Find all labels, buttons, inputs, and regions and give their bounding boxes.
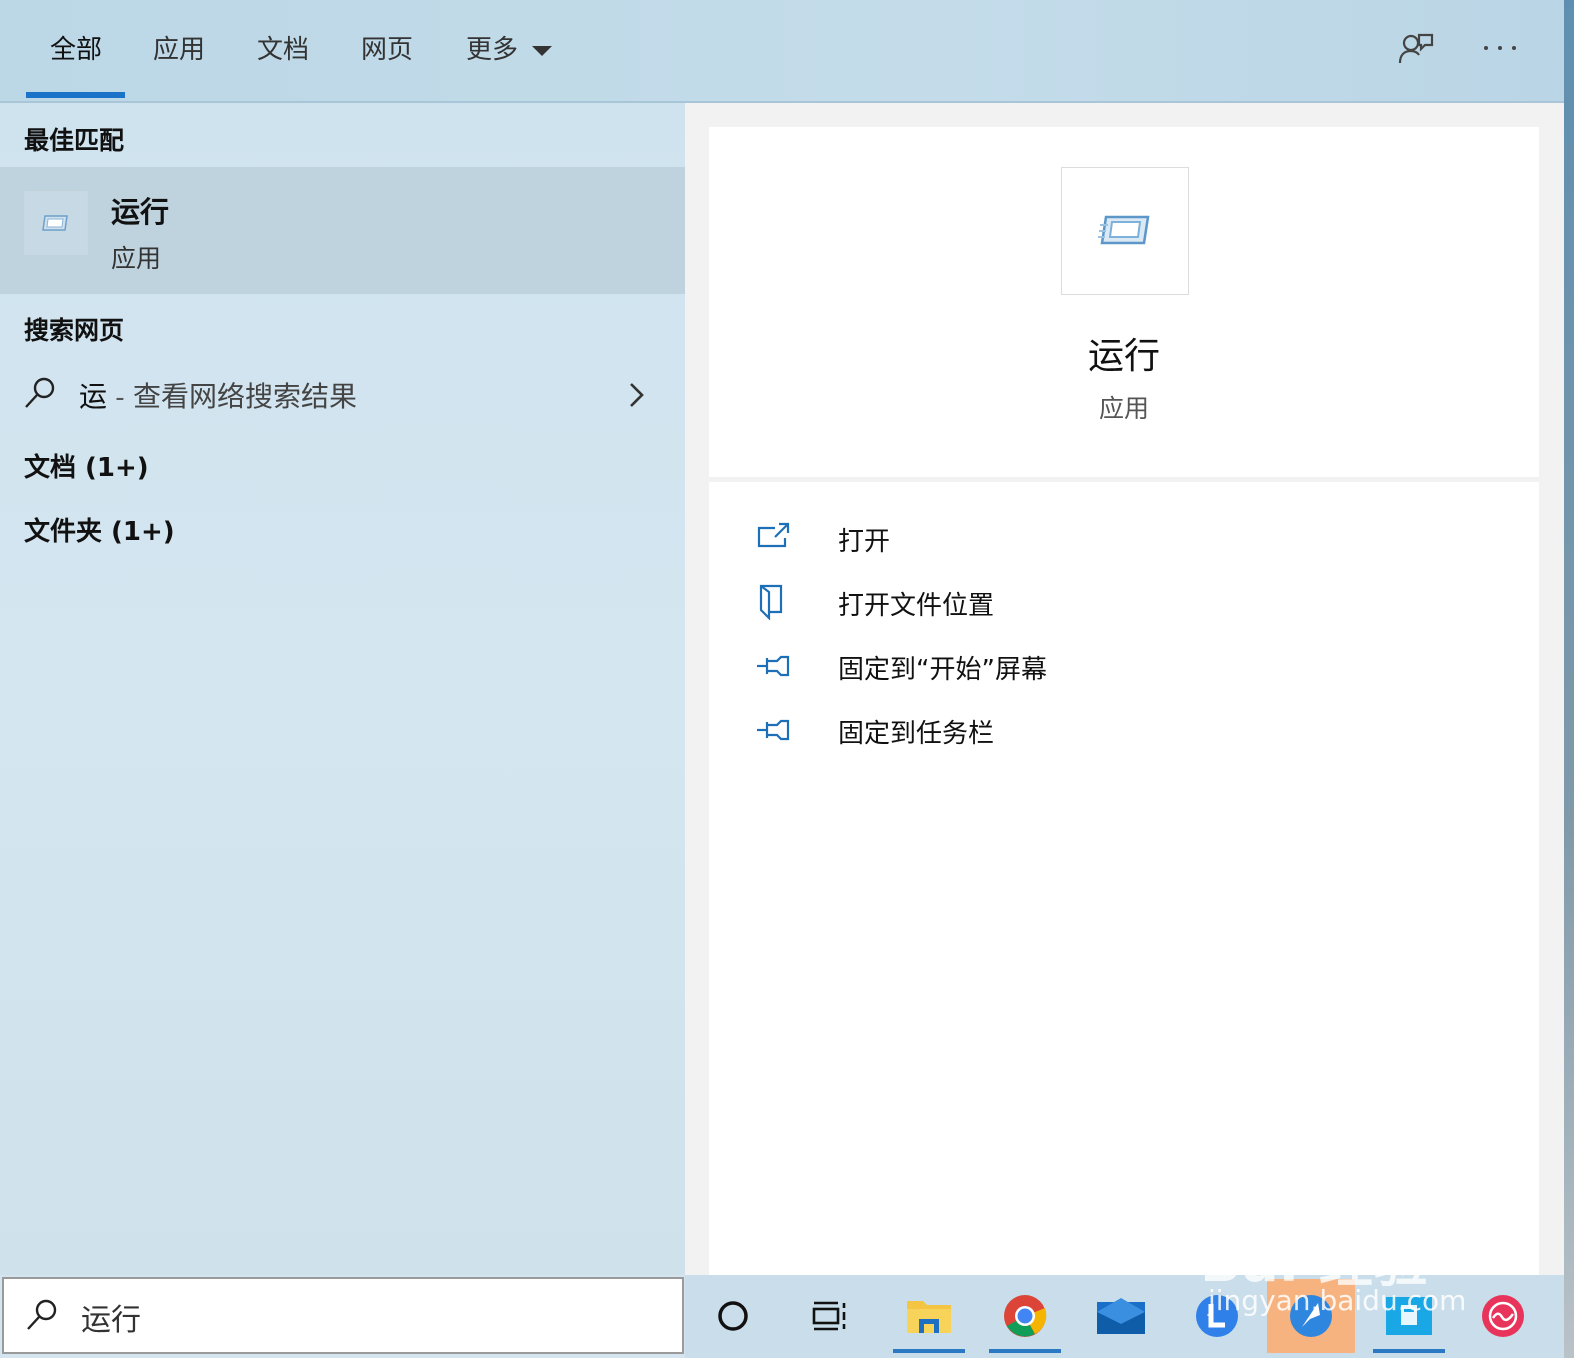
more-options-icon[interactable]	[1480, 28, 1520, 68]
run-app-large-icon	[1061, 167, 1189, 295]
web-search-suffix: 查看网络搜索结果	[132, 380, 357, 413]
search-window: 全部 应用 文档 网页 更多 最佳匹配 运行 应用 搜索网页 运 - 查看网络搜…	[0, 0, 1574, 1358]
web-search-query: 运 - 查看网络搜索结果	[79, 375, 357, 415]
pin-icon	[757, 719, 790, 741]
detail-app-name: 运行	[1087, 336, 1160, 377]
action-open-file-location[interactable]: 打开文件位置	[755, 580, 1495, 626]
results-pane: 最佳匹配 运行 应用 搜索网页 运 - 查看网络搜索结果 文档 (1+) 文件夹…	[0, 103, 685, 1275]
running-indicator	[989, 1349, 1061, 1353]
tab-all[interactable]: 全部	[50, 30, 102, 70]
file-location-icon	[759, 584, 783, 620]
tab-documents[interactable]: 文档	[257, 30, 309, 70]
task-view-icon[interactable]	[789, 1279, 869, 1353]
action-open[interactable]: 打开	[755, 516, 1495, 562]
mail-icon[interactable]	[1081, 1279, 1161, 1353]
group-documents[interactable]: 文档 (1+)	[24, 447, 149, 484]
tab-web[interactable]: 网页	[361, 30, 413, 70]
best-match-name: 运行	[111, 195, 170, 229]
feedback-icon[interactable]	[1396, 28, 1436, 68]
action-pin-to-start-label: 固定到“开始”屏幕	[838, 655, 1047, 685]
tab-more-label: 更多	[466, 35, 519, 65]
tab-more[interactable]: 更多	[466, 30, 553, 70]
run-app-icon	[24, 191, 88, 255]
search-icon	[25, 377, 55, 408]
desktop-edge	[1564, 0, 1574, 1358]
open-icon	[757, 522, 790, 548]
running-indicator	[1373, 1349, 1445, 1353]
group-folders[interactable]: 文件夹 (1+)	[24, 511, 175, 548]
chrome-icon[interactable]	[985, 1279, 1065, 1353]
detail-actions-card: 打开 打开文件位置 固定到“开始”屏幕 固定到任务栏	[709, 482, 1539, 1275]
active-tab-indicator	[26, 92, 125, 98]
best-match-type: 应用	[111, 244, 162, 273]
detail-app-type: 应用	[1098, 394, 1149, 423]
web-search-item[interactable]: 运 - 查看网络搜索结果	[0, 361, 685, 429]
action-open-label: 打开	[838, 527, 891, 557]
tab-apps[interactable]: 应用	[153, 30, 205, 70]
watermark-url: jingyan.baidu.com	[1208, 1284, 1467, 1317]
search-web-heading: 搜索网页	[24, 316, 125, 345]
cortana-icon[interactable]	[693, 1279, 773, 1353]
search-icon	[27, 1299, 57, 1330]
best-match-item[interactable]: 运行 应用	[0, 167, 685, 294]
file-explorer-icon[interactable]	[889, 1279, 969, 1353]
running-indicator	[893, 1349, 965, 1353]
search-input-value: 运行	[81, 1303, 141, 1338]
action-open-file-location-label: 打开文件位置	[838, 591, 995, 621]
search-scope-bar: 全部 应用 文档 网页 更多	[0, 0, 1564, 103]
action-pin-to-taskbar-label: 固定到任务栏	[838, 719, 995, 749]
chevron-right-icon	[630, 383, 644, 407]
pin-icon	[757, 655, 790, 677]
search-input[interactable]: 运行	[2, 1277, 684, 1354]
action-pin-to-start[interactable]: 固定到“开始”屏幕	[755, 644, 1495, 690]
web-search-separator: -	[107, 383, 133, 413]
chevron-down-icon	[532, 45, 553, 56]
detail-header-card: 运行 应用	[709, 127, 1539, 477]
action-pin-to-taskbar[interactable]: 固定到任务栏	[755, 708, 1495, 754]
red-app-icon[interactable]	[1463, 1279, 1543, 1353]
detail-pane: 运行 应用 打开 打开文件位置 固定到“开始”屏幕 固定到任务栏	[685, 103, 1564, 1275]
web-search-term: 运	[79, 380, 108, 413]
best-match-heading: 最佳匹配	[24, 126, 125, 155]
